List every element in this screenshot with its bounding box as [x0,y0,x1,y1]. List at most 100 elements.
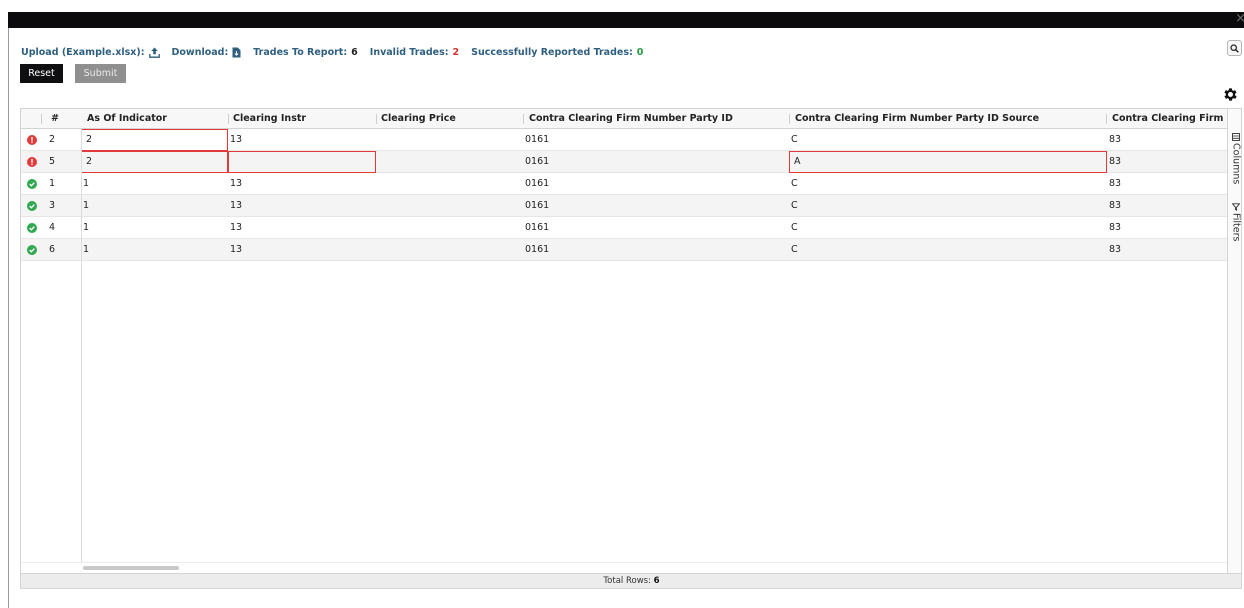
as-of-indicator-cell[interactable]: 1 [81,217,228,239]
contra-clearing-firm-cell[interactable]: 83 [1107,195,1227,217]
window-title-bar: × [8,11,1244,28]
contra-party-id-cell[interactable]: 0161 [523,129,789,151]
reset-button[interactable]: Reset [20,64,63,83]
successful-trades: Successfully Reported Trades: 0 [471,47,643,58]
contra-party-id-cell[interactable]: 0161 [523,195,789,217]
contra-clearing-firm-cell[interactable]: 83 [1107,151,1227,173]
trades-to-report-count: 6 [351,46,358,58]
clearing-instr-cell[interactable]: 13 [228,217,376,239]
columns-tool-tab[interactable]: Columns [1229,133,1242,185]
column-header-clearing-instr[interactable]: Clearing Instr [233,109,373,129]
table-row[interactable]: 3 1 13 0161 C 83 [21,195,1227,217]
header-separator [41,114,42,124]
clearing-price-cell[interactable] [376,129,523,151]
download-link[interactable]: Download: [172,47,242,58]
clearing-instr-cell[interactable] [228,151,376,173]
column-header-contra-clearing-firm[interactable]: Contra Clearing Firm [1112,109,1226,129]
contra-party-id-source-cell[interactable]: C [789,217,1107,239]
grid-side-bar: Columns Filters [1227,109,1242,573]
clearing-price-cell[interactable] [376,195,523,217]
contra-clearing-firm-cell[interactable]: 83 [1107,129,1227,151]
row-number-cell[interactable]: 5 [49,151,79,173]
close-icon[interactable]: × [1235,11,1244,27]
row-number-cell[interactable]: 3 [49,195,79,217]
contra-party-id-cell[interactable]: 0161 [523,239,789,261]
invalid-trades: Invalid Trades: 2 [370,47,459,58]
header-separator [1106,114,1107,124]
clearing-price-cell[interactable] [376,151,523,173]
upload-icon[interactable] [148,47,160,58]
table-row[interactable]: 5 2 0161 A 83 [21,151,1227,173]
total-rows-label: Total Rows: [603,576,651,586]
row-number-cell[interactable]: 4 [49,217,79,239]
upload-link[interactable]: Upload (Example.xlsx): [21,47,160,58]
contra-party-id-source-cell[interactable]: C [789,239,1107,261]
column-header-row-number[interactable]: # [51,109,79,129]
row-number-cell[interactable]: 2 [49,129,79,151]
as-of-indicator-cell[interactable]: 1 [81,195,228,217]
as-of-indicator-cell[interactable]: 1 [81,173,228,195]
clearing-price-cell[interactable] [376,239,523,261]
trades-to-report: Trades To Report: 6 [253,47,358,58]
contra-clearing-firm-cell[interactable]: 83 [1107,217,1227,239]
clearing-instr-cell[interactable]: 13 [228,173,376,195]
column-header-as-of-indicator[interactable]: As Of Indicator [87,109,227,129]
scrollbar-thumb[interactable] [83,566,179,570]
as-of-indicator-cell[interactable]: 2 [81,151,228,173]
contra-party-id-source-cell[interactable]: C [789,195,1107,217]
row-number-cell[interactable]: 6 [49,239,79,261]
contra-party-id-cell[interactable]: 0161 [523,217,789,239]
clearing-instr-cell[interactable]: 13 [228,195,376,217]
contra-clearing-firm-cell[interactable]: 83 [1107,173,1227,195]
header-separator [789,114,790,124]
column-header-contra-party-id[interactable]: Contra Clearing Firm Number Party ID [529,109,789,129]
grid-header-row: # As Of Indicator Clearing Instr Clearin… [21,109,1227,129]
contra-party-id-source-cell[interactable]: C [789,129,1107,151]
check-circle-icon [27,201,37,211]
contra-party-id-source-cell[interactable]: A [789,151,1107,173]
table-row[interactable]: 1 1 13 0161 C 83 [21,173,1227,195]
contra-party-id-source-cell[interactable]: C [789,173,1107,195]
clearing-price-cell[interactable] [376,217,523,239]
clearing-price-cell[interactable] [376,173,523,195]
filter-icon [1232,203,1240,211]
trade-toolbar: Upload (Example.xlsx): Download: Trades … [21,44,643,60]
filters-tool-tab[interactable]: Filters [1229,203,1241,241]
header-separator [228,114,229,124]
error-circle-icon [27,135,37,145]
as-of-indicator-cell[interactable]: 1 [81,239,228,261]
contra-clearing-firm-cell[interactable]: 83 [1107,239,1227,261]
search-button[interactable] [1227,40,1242,56]
submit-button[interactable]: Submit [75,64,126,83]
invalid-trades-count: 2 [452,46,460,58]
columns-tab-label: Columns [1230,143,1242,185]
upload-label: Upload (Example.xlsx): [21,46,145,58]
column-header-clearing-price[interactable]: Clearing Price [381,109,521,129]
file-download-icon[interactable] [232,47,241,58]
clearing-instr-cell[interactable]: 13 [228,129,376,151]
contra-party-id-cell[interactable]: 0161 [523,173,789,195]
table-row[interactable]: 6 1 13 0161 C 83 [21,239,1227,261]
table-row[interactable]: 4 1 13 0161 C 83 [21,217,1227,239]
total-rows-count: 6 [653,576,660,586]
header-separator [376,114,377,124]
trades-to-report-label: Trades To Report: [253,46,348,58]
as-of-indicator-cell[interactable]: 2 [81,129,228,151]
column-header-contra-party-id-source[interactable]: Contra Clearing Firm Number Party ID Sou… [795,109,1105,129]
trades-grid: # As Of Indicator Clearing Instr Clearin… [20,108,1242,589]
row-number-cell[interactable]: 1 [49,173,79,195]
horizontal-scrollbar[interactable] [21,562,1227,573]
gear-icon[interactable] [1222,86,1239,103]
download-label: Download: [171,46,229,58]
successful-trades-count: 0 [636,46,644,58]
search-icon [1230,43,1239,53]
window-left-border [8,28,9,608]
columns-icon [1232,133,1240,141]
table-row[interactable]: 2 2 13 0161 C 83 [21,129,1227,151]
invalid-trades-label: Invalid Trades: [369,46,449,58]
contra-party-id-cell[interactable]: 0161 [523,151,789,173]
clearing-instr-cell[interactable]: 13 [228,239,376,261]
grid-status-bar: Total Rows: 6 [21,573,1241,588]
check-circle-icon [27,245,37,255]
successful-trades-label: Successfully Reported Trades: [471,46,633,58]
